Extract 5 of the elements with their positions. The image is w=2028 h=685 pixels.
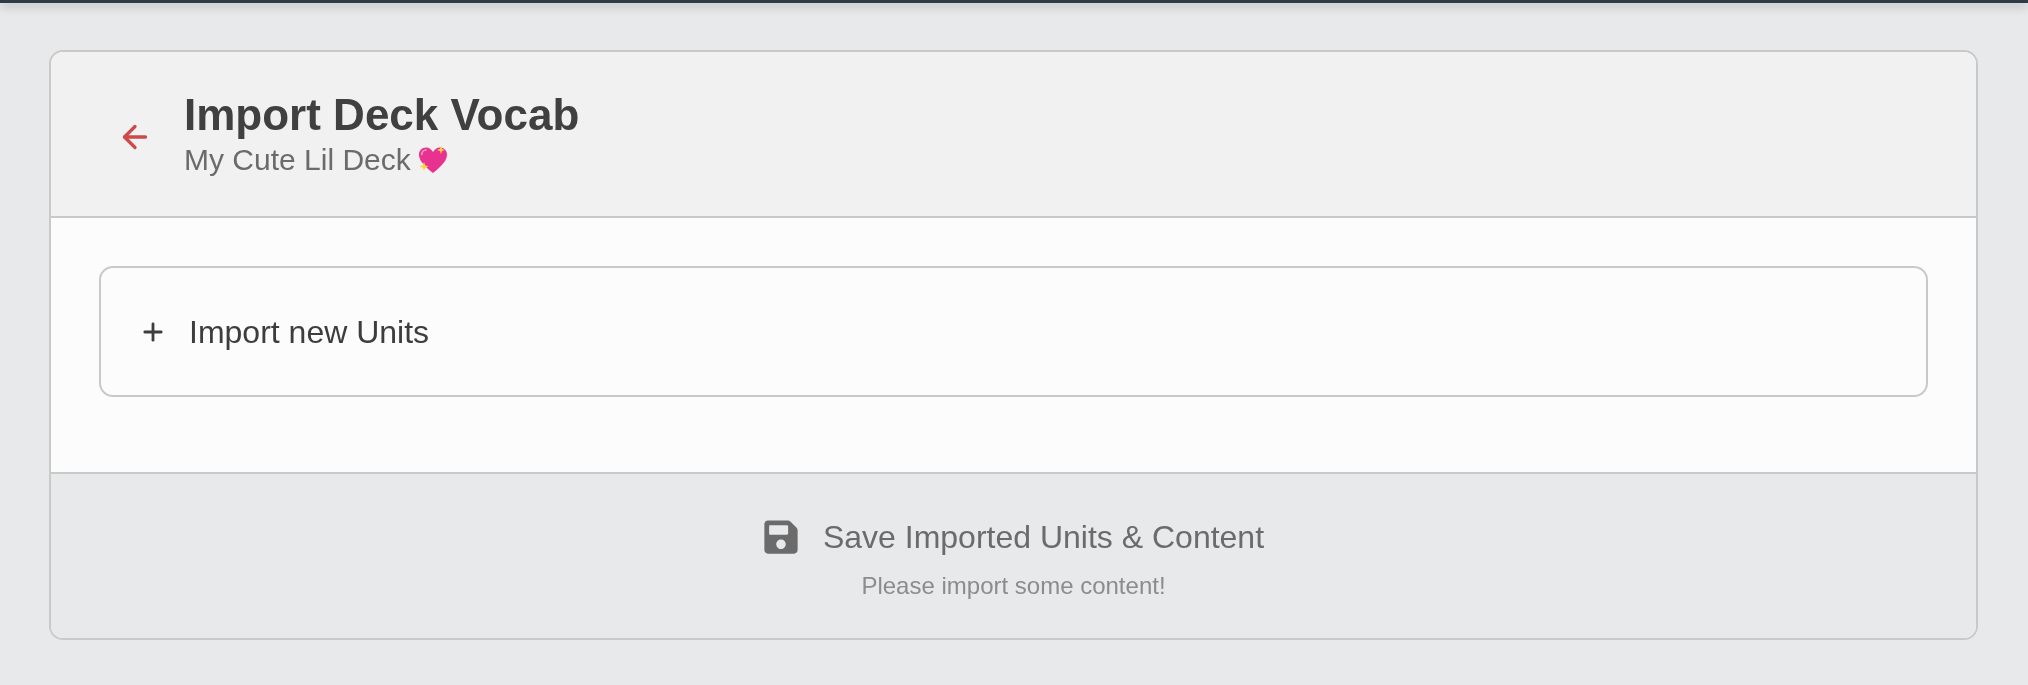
import-units-button[interactable]: Import new Units: [99, 266, 1928, 397]
page-title: Import Deck Vocab: [184, 89, 580, 141]
deck-name: My Cute Lil Deck: [184, 142, 411, 178]
save-hint: Please import some content!: [861, 571, 1166, 601]
sparkling-heart-icon: [416, 145, 449, 175]
